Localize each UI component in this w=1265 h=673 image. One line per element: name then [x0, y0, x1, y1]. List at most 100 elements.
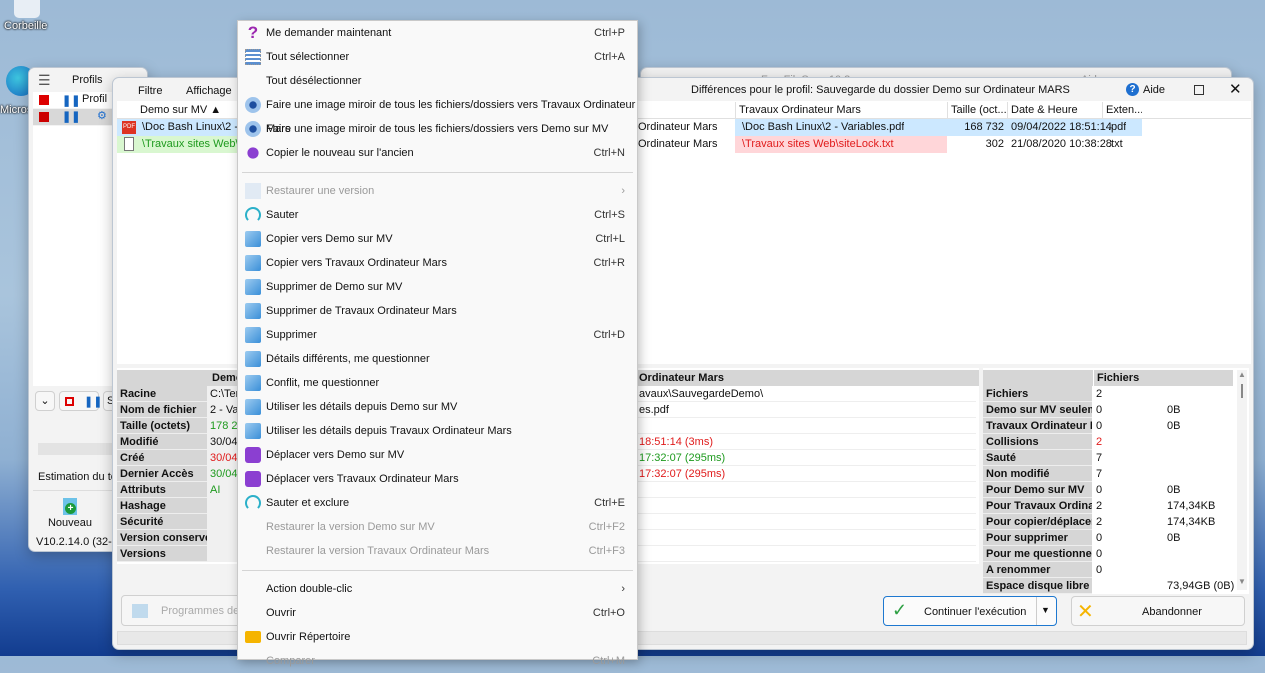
menu-item[interactable]: Sauter Ctrl+S	[238, 203, 637, 227]
help-icon[interactable]: ?	[1126, 83, 1139, 96]
file-date: 21/08/2020 10:38:28	[1011, 138, 1112, 150]
menu-item[interactable]: Tout désélectionner	[238, 69, 637, 93]
stop-pause-button[interactable]: ❚❚	[59, 391, 102, 411]
column-date[interactable]: Date & Heure	[1007, 102, 1102, 118]
menu-item[interactable]: Supprimer de Demo sur MV	[238, 275, 637, 299]
file-ext: .txt	[1108, 138, 1123, 150]
menu-item[interactable]: Faire une image miroir de tous les fichi…	[238, 117, 637, 141]
settings-gear-icon[interactable]: ⚙	[97, 109, 107, 122]
menu-item[interactable]: Action double-clic ›	[238, 577, 637, 601]
menu-item[interactable]: Conflit, me questionner	[238, 371, 637, 395]
stat-files: 0	[1096, 404, 1103, 416]
menu-profils[interactable]: Profils	[72, 74, 103, 86]
menu-item[interactable]: Utiliser les détails depuis Demo sur MV	[238, 395, 637, 419]
menu-item-shortcut: Ctrl+L	[595, 233, 625, 245]
new-button[interactable]: + Nouveau	[45, 498, 95, 529]
menu-item-label: Utiliser les détails depuis Demo sur MV	[266, 401, 458, 413]
detail-right-value	[636, 418, 976, 434]
menu-item[interactable]: Restaurer la version Travaux Ordinateur …	[238, 539, 637, 563]
menu-item[interactable]: Utiliser les détails depuis Travaux Ordi…	[238, 419, 637, 443]
menu-item[interactable]: Copier vers Travaux Ordinateur Mars Ctrl+…	[238, 251, 637, 275]
stop-icon[interactable]	[39, 95, 49, 105]
menu-item-label: Conflit, me questionner	[266, 377, 380, 389]
stat-files: 2	[1096, 436, 1103, 448]
expand-button[interactable]: ⌄	[35, 391, 55, 411]
menu-item[interactable]: Restaurer la version Demo sur MV Ctrl+F2	[238, 515, 637, 539]
stat-files: 7	[1096, 452, 1103, 464]
menu-item[interactable]: Faire une image miroir de tous les fichi…	[238, 93, 637, 135]
stats-scrollbar[interactable]: ▲ ▼	[1237, 370, 1247, 590]
detail-label: Version conservée	[117, 530, 207, 546]
maximize-button[interactable]	[1194, 85, 1204, 95]
stat-label: Pour copier/déplacer	[983, 514, 1092, 530]
copy-new-icon	[247, 147, 259, 159]
menu-item-label: Comparer	[266, 655, 315, 667]
pause-icon[interactable]: ❚❚	[62, 94, 80, 107]
detail-label: Hashage	[117, 498, 207, 514]
detail-label: Attributs	[117, 482, 207, 498]
mirror-icon	[245, 121, 261, 137]
menu-item-label: Supprimer de Demo sur MV	[266, 281, 403, 293]
stat-files: 2	[1096, 500, 1103, 512]
stop-icon[interactable]	[39, 112, 49, 122]
menu-filtre[interactable]: Filtre	[138, 85, 162, 97]
menu-item[interactable]: Supprimer Ctrl+D	[238, 323, 637, 347]
menu-item[interactable]: Copier vers Demo sur MV Ctrl+L	[238, 227, 637, 251]
help-button[interactable]: Aide	[1143, 84, 1165, 96]
menu-item[interactable]: Ouvrir Répertoire	[238, 625, 637, 649]
detail-right-value	[636, 530, 976, 546]
column-size[interactable]: Taille (oct...	[947, 102, 1007, 118]
mirror-icon	[245, 97, 261, 113]
menu-affichage[interactable]: Affichage	[186, 85, 232, 97]
detail-right-value	[636, 482, 976, 498]
pause-icon[interactable]: ❚❚	[62, 110, 80, 123]
menu-separator	[242, 570, 633, 571]
stat-files: 0	[1096, 532, 1103, 544]
menu-item-label: Me demander maintenant	[266, 27, 392, 39]
menu-item-label: Déplacer vers Demo sur MV	[266, 449, 405, 461]
close-button[interactable]: ✕	[1229, 80, 1242, 98]
menu-item-shortcut: Ctrl+M	[592, 655, 625, 667]
dropdown-arrow-icon[interactable]: ▼	[1041, 605, 1050, 615]
abort-button[interactable]: ✕ Abandonner	[1071, 596, 1245, 626]
column-profile[interactable]: Profil	[82, 93, 107, 105]
cancel-x-icon: ✕	[1077, 601, 1094, 623]
menu-item[interactable]: ? Me demander maintenant Ctrl+P	[238, 21, 637, 45]
menu-item[interactable]: Copier le nouveau sur l'ancien Ctrl+N	[238, 141, 637, 165]
continue-button[interactable]: ✓ Continuer l'exécution ▼	[883, 596, 1057, 626]
menu-item-shortcut: Ctrl+A	[594, 51, 625, 63]
column-left[interactable]: Demo sur MV ▲	[137, 102, 221, 118]
menu-item[interactable]: Tout sélectionner Ctrl+A	[238, 45, 637, 69]
detail-right-value	[636, 514, 976, 530]
right-folder: Ordinateur Mars	[638, 138, 718, 150]
stat-label: Pour supprimer	[983, 530, 1092, 546]
programs-button[interactable]: Programmes de C	[121, 595, 250, 626]
stat-files: 0	[1096, 548, 1103, 560]
detail-right-value: es.pdf	[636, 402, 976, 418]
conflict-icon	[245, 375, 261, 391]
recycle-bin-label: Corbeille	[4, 20, 48, 32]
menu-item[interactable]: Supprimer de Travaux Ordinateur Mars	[238, 299, 637, 323]
move-left-icon	[245, 447, 261, 463]
stat-label: Espace disque libre (Demo	[983, 578, 1092, 594]
menu-item[interactable]: Ouvrir Ctrl+O	[238, 601, 637, 625]
menu-item[interactable]: Sauter et exclure Ctrl+E	[238, 491, 637, 515]
column-ext[interactable]: Exten...	[1102, 102, 1142, 118]
detail-label: Modifié	[117, 434, 207, 450]
stat-size: 73,94GB (0B)	[1167, 580, 1235, 592]
file-size: 302	[985, 138, 1004, 150]
menu-item-label: Faire une image miroir de tous les fichi…	[266, 123, 609, 135]
menu-item-label: Restaurer la version Travaux Ordinateur …	[266, 545, 490, 557]
column-right[interactable]: Travaux Ordinateur Mars	[735, 102, 947, 118]
menu-item[interactable]: Déplacer vers Travaux Ordinateur Mars	[238, 467, 637, 491]
compare-files-icon	[132, 604, 148, 618]
recycle-bin-shortcut[interactable]: Corbeille	[4, 0, 47, 32]
file-date: 09/04/2022 18:51:14	[1011, 121, 1112, 133]
menu-item[interactable]: Comparer Ctrl+M	[238, 649, 637, 673]
hamburger-menu-icon[interactable]: ☰	[38, 72, 51, 89]
recycle-bin-icon	[14, 0, 40, 18]
menu-item[interactable]: Détails différents, me questionner	[238, 347, 637, 371]
menu-item[interactable]: Restaurer une version ›	[238, 179, 637, 203]
menu-item-label: Ouvrir	[266, 607, 296, 619]
menu-item[interactable]: Déplacer vers Demo sur MV	[238, 443, 637, 467]
